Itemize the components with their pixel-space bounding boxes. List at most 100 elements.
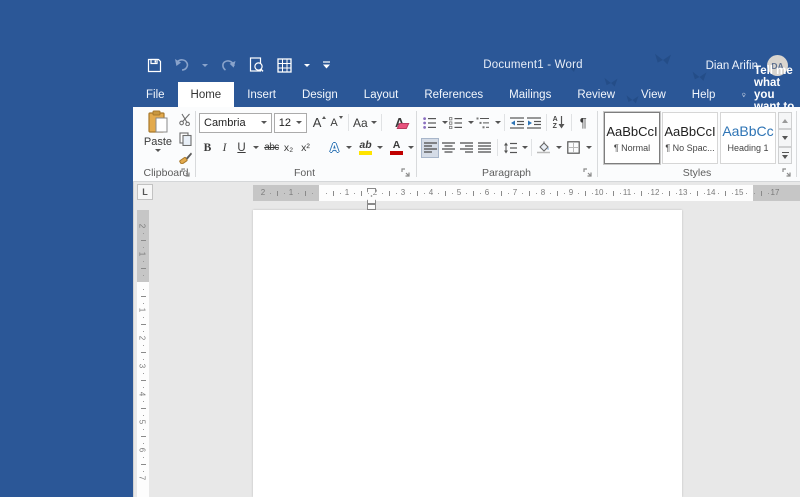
font-size-dropdown-icon	[295, 121, 302, 124]
highlight-button[interactable]: ab	[357, 138, 374, 158]
ruler-tick	[142, 247, 144, 248]
multilevel-dropdown-icon[interactable]	[494, 121, 501, 124]
justify-button[interactable]	[476, 138, 494, 158]
subscript-button[interactable]: x₂	[280, 138, 297, 158]
font-name-combobox[interactable]: Cambria	[199, 112, 272, 133]
align-center-button[interactable]	[439, 138, 457, 158]
ruler-tick	[270, 192, 271, 194]
tab-layout[interactable]: Layout	[351, 82, 412, 107]
tab-file[interactable]: File	[133, 82, 178, 107]
redo-icon[interactable]	[219, 56, 237, 74]
copy-button[interactable]	[176, 130, 194, 147]
tab-help[interactable]: Help	[679, 82, 729, 107]
ruler-number: 2	[137, 335, 147, 341]
show-paragraph-marks-button[interactable]: ¶	[574, 113, 592, 133]
ruler-number: 4	[137, 391, 147, 397]
font-size-combobox[interactable]: 12	[273, 112, 307, 133]
paste-label: Paste	[143, 136, 173, 148]
style-no-spacing[interactable]: AaBbCcI ¶ No Spac...	[662, 112, 718, 164]
ruler-tick	[606, 192, 607, 194]
ruler-tick	[142, 303, 144, 304]
grow-caret-icon	[322, 116, 327, 119]
ruler-tick	[676, 192, 677, 194]
shrink-font-button[interactable]: A	[328, 113, 345, 133]
paste-button[interactable]: Paste	[142, 110, 174, 170]
styles-gallery-scroll	[778, 112, 792, 164]
ruler-tick	[382, 192, 383, 194]
ruler-number: 1	[288, 188, 294, 197]
style-heading-1[interactable]: AaBbCc Heading 1	[720, 112, 776, 164]
ruler-tick	[142, 345, 144, 346]
paragraph-dialog-launcher-icon[interactable]	[582, 167, 593, 178]
multilevel-list-button[interactable]	[474, 113, 492, 133]
highlight-dropdown-icon[interactable]	[377, 146, 383, 149]
tab-home[interactable]: Home	[177, 82, 235, 107]
font-size-value: 12	[278, 116, 291, 129]
tab-design[interactable]: Design	[289, 82, 351, 107]
styles-scroll-up-button[interactable]	[778, 112, 792, 130]
tab-view[interactable]: View	[628, 82, 679, 107]
shading-button[interactable]	[535, 138, 553, 158]
line-spacing-button[interactable]	[501, 138, 519, 158]
print-preview-icon[interactable]	[247, 56, 265, 74]
save-icon[interactable]	[145, 56, 163, 74]
borders-button[interactable]	[565, 138, 583, 158]
font-color-button[interactable]: A	[388, 138, 405, 158]
tab-mailings[interactable]: Mailings	[496, 82, 564, 107]
clipboard-group: Paste Clipboard	[140, 107, 192, 181]
styles-dialog-launcher-icon[interactable]	[781, 167, 792, 178]
tab-insert[interactable]: Insert	[234, 82, 289, 107]
ruler-number: 2	[137, 223, 147, 229]
ruler-tick	[768, 192, 769, 194]
undo-icon[interactable]	[173, 56, 191, 74]
numbering-icon	[449, 116, 463, 129]
clear-formatting-button[interactable]: A	[393, 113, 410, 133]
styles-scroll-down-button[interactable]	[778, 129, 792, 147]
ruler-tick	[585, 190, 586, 196]
styles-more-button[interactable]	[778, 146, 792, 164]
style-normal[interactable]: AaBbCcI ¶ Normal	[604, 112, 660, 164]
line-spacing-dropdown-icon[interactable]	[521, 146, 528, 149]
text-effects-button[interactable]: A	[326, 138, 343, 158]
separator	[503, 114, 505, 131]
underline-button[interactable]: U	[233, 138, 250, 158]
tab-stop-selector[interactable]: L	[137, 184, 153, 200]
ruler-tick	[140, 324, 146, 325]
italic-button[interactable]: I	[216, 138, 233, 158]
sort-button[interactable]: A Z	[550, 113, 568, 133]
text-effects-dropdown-icon[interactable]	[346, 146, 352, 149]
lightbulb-icon	[742, 92, 746, 97]
tab-references[interactable]: References	[411, 82, 496, 107]
change-case-button[interactable]: Aa	[352, 113, 379, 133]
tell-me-box[interactable]: Tell me what you want to do	[742, 65, 800, 125]
shading-dropdown-icon[interactable]	[555, 146, 562, 149]
superscript-button[interactable]: x²	[297, 138, 314, 158]
strikethrough-button[interactable]: abc	[263, 138, 280, 158]
clipboard-dialog-launcher-icon[interactable]	[180, 167, 191, 178]
grow-font-button[interactable]: A	[311, 113, 328, 133]
undo-dropdown-icon[interactable]	[201, 56, 209, 74]
customize-quick-access-icon[interactable]	[321, 56, 331, 74]
increase-indent-button[interactable]	[525, 113, 543, 133]
tab-review[interactable]: Review	[564, 82, 628, 107]
draw-table-icon[interactable]	[275, 56, 293, 74]
table-dropdown-icon[interactable]	[303, 56, 311, 74]
align-left-button[interactable]	[421, 137, 440, 158]
bold-button[interactable]: B	[199, 138, 216, 158]
numbering-button[interactable]	[448, 113, 466, 133]
ruler-tick	[140, 268, 146, 269]
ruler-number: 7	[137, 475, 147, 481]
ruler-tick	[140, 352, 146, 353]
decrease-indent-button[interactable]	[508, 113, 526, 133]
format-painter-button[interactable]	[176, 149, 194, 166]
ruler-tick	[536, 192, 537, 194]
align-right-button[interactable]	[457, 138, 475, 158]
underline-dropdown-icon[interactable]	[253, 146, 259, 149]
font-dialog-launcher-icon[interactable]	[400, 167, 411, 178]
document-page[interactable]	[253, 210, 682, 497]
borders-dropdown-icon[interactable]	[585, 146, 592, 149]
bullets-button[interactable]	[421, 113, 439, 133]
cut-button[interactable]	[176, 111, 194, 128]
ruler-number: 13	[678, 188, 688, 197]
font-color-dropdown-icon[interactable]	[408, 146, 414, 149]
